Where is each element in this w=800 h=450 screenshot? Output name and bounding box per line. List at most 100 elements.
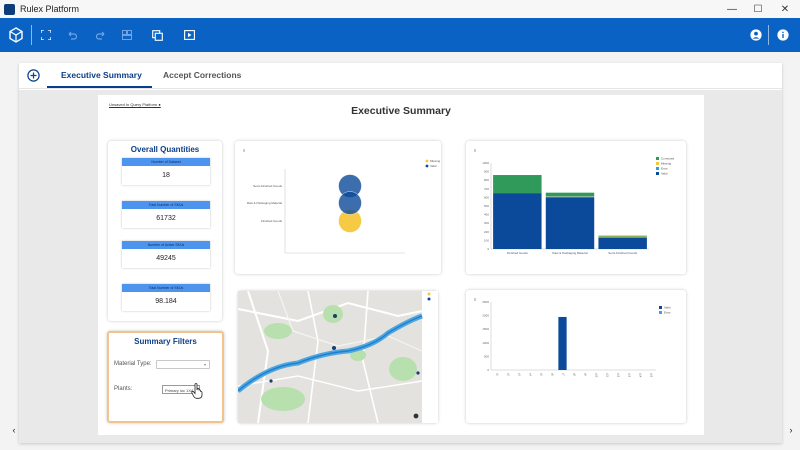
y-tick-label: 900	[484, 170, 489, 174]
x-tick-label: c6	[551, 373, 555, 376]
legend-label: Missing	[430, 159, 441, 163]
legend-swatch	[656, 162, 659, 165]
bar-segment	[493, 193, 542, 249]
legend-label: Error	[664, 311, 671, 315]
y-tick-label: 2500	[482, 300, 489, 304]
main-card: Executive Summary Accept Corrections Uns…	[13, 63, 793, 443]
x-tick-label: c2	[507, 373, 511, 376]
close-button[interactable]: ✕	[771, 0, 799, 18]
x-tick-label: c14	[639, 373, 643, 378]
y-tick-label: Finished Goods	[261, 219, 283, 223]
legend-swatch	[656, 172, 659, 175]
undo-icon[interactable]	[64, 27, 80, 43]
bar-segment	[493, 175, 542, 194]
y-tick-label: 2000	[482, 314, 489, 318]
bar-segment	[545, 197, 595, 249]
overall-quantities-panel: Overall Quantities Number of Dataset 18 …	[108, 141, 222, 321]
user-account-icon[interactable]	[748, 27, 764, 43]
bar-segment	[545, 192, 595, 197]
x-tick-label: Raw & Packaging Material	[552, 251, 588, 255]
y-tick-label: Raw & Packaging Material	[247, 201, 283, 205]
y-tick-label: 700	[484, 187, 489, 191]
scroll-right-icon[interactable]: ›	[786, 424, 796, 436]
stacked-bar-chart: ≡ 0 100 200 300 400 500 600 700 800 900 1000 Finish…	[474, 148, 675, 255]
chart-menu-icon: ≡	[243, 148, 246, 153]
bar-segment	[545, 196, 595, 198]
stacked-bar-chart-panel: ≡ 0 100 200 300 400 500 600 700 800 900 1000 Finish…	[466, 141, 686, 274]
plants-label: Plants:	[114, 386, 133, 392]
copy-icon[interactable]	[149, 27, 165, 43]
minimize-button[interactable]: —	[718, 0, 746, 18]
bar-segment	[598, 235, 647, 237]
y-tick-label: 500	[484, 354, 489, 358]
tab-executive-summary[interactable]: Executive Summary	[61, 70, 142, 80]
scroll-left-icon[interactable]: ‹	[9, 424, 19, 436]
y-tick-label: Semi-Finished Goods	[253, 184, 282, 188]
bar-segment	[598, 236, 647, 238]
legend-swatch	[656, 167, 659, 170]
map-panel	[236, 290, 438, 424]
legend-swatch	[659, 306, 662, 309]
x-tick-label: c4	[529, 373, 533, 376]
summary-filters-panel: Summary Filters Material Type: ▾ Plants:…	[107, 331, 224, 423]
legend-swatch	[425, 159, 429, 163]
y-tick-label: 100	[484, 238, 489, 242]
kpi-label: Total Number of SKUs	[122, 284, 210, 292]
bar-chart-panel: ≡ 0 500 1000 1500 2000 2500 c1 c2 c3 c4 c5 c6 c7 c8 c9…	[466, 290, 686, 423]
bar-chart: ≡ 0 500 1000 1500 2000 2500 c1 c2 c3 c4 c5 c6 c7 c8 c9…	[474, 297, 671, 378]
y-tick-label: 1000	[482, 161, 489, 165]
window-titlebar: Rulex Platform — ☐ ✕	[0, 0, 800, 18]
toolbar-separator	[768, 25, 769, 45]
y-tick-label: 0	[487, 247, 489, 251]
legend-label: Corrected	[661, 157, 675, 161]
material-type-select[interactable]: ▾	[156, 360, 210, 369]
hand-cursor-icon	[191, 383, 203, 399]
x-tick-label: Semi-Finished Goods	[608, 251, 637, 255]
maximize-button[interactable]: ☐	[744, 0, 772, 18]
kpi-label: Total Number of SKUs	[122, 201, 210, 209]
y-tick-label: 600	[484, 195, 489, 199]
overall-quantities-title: Overall Quantities	[130, 145, 200, 154]
dashboard-canvas: Unsaved In Query Platform ● Executive Su…	[13, 90, 793, 443]
kpi-value: 61732	[156, 215, 176, 222]
add-tab-icon[interactable]	[27, 69, 40, 82]
kpi-value: 18	[162, 172, 170, 179]
x-tick-label: c10	[595, 373, 599, 378]
toolbar	[0, 18, 800, 52]
y-tick-label: 200	[484, 230, 489, 234]
kpi-card: Number of Dataset 18	[122, 158, 210, 185]
map-view[interactable]	[236, 290, 438, 424]
x-tick-label: c13	[628, 373, 632, 378]
x-tick-label: c9	[584, 373, 588, 376]
kpi-value: 49245	[156, 255, 176, 262]
x-tick-label: c5	[540, 373, 544, 376]
fullscreen-icon[interactable]	[38, 27, 54, 43]
tab-accept-corrections[interactable]: Accept Corrections	[163, 70, 241, 80]
y-tick-label: 500	[484, 204, 489, 208]
active-tab-indicator	[47, 86, 152, 88]
y-tick-label: 300	[484, 221, 489, 225]
x-tick-label: c3	[518, 373, 522, 376]
y-tick-label: 1000	[482, 341, 489, 345]
kpi-label: Number of Active SKUs	[122, 241, 210, 249]
legend-label: Valid	[664, 306, 671, 310]
chart-menu-icon: ≡	[474, 148, 477, 153]
x-tick-label: c12	[617, 373, 621, 378]
app-logo-icon	[4, 3, 15, 15]
x-tick-label: c15	[650, 373, 654, 378]
legend-swatch	[659, 311, 662, 314]
home-cube-icon[interactable]	[7, 26, 25, 44]
chevron-down-icon: ▾	[203, 362, 206, 367]
bubble-chart: ≡ Semi-Finished Goods Raw & Packaging Mat…	[243, 148, 441, 254]
play-icon[interactable]	[181, 27, 197, 43]
info-icon[interactable]	[775, 27, 791, 43]
redo-icon[interactable]	[93, 27, 109, 43]
legend-swatch	[425, 164, 429, 168]
x-tick-label: c8	[573, 373, 577, 376]
material-type-label: Material Type:	[114, 361, 152, 367]
kpi-card: Total Number of SKUs 98.184	[122, 284, 210, 311]
layout-icon[interactable]	[119, 27, 135, 43]
report-title: Executive Summary	[351, 105, 451, 117]
bar	[558, 316, 567, 370]
legend-swatch	[656, 157, 659, 160]
